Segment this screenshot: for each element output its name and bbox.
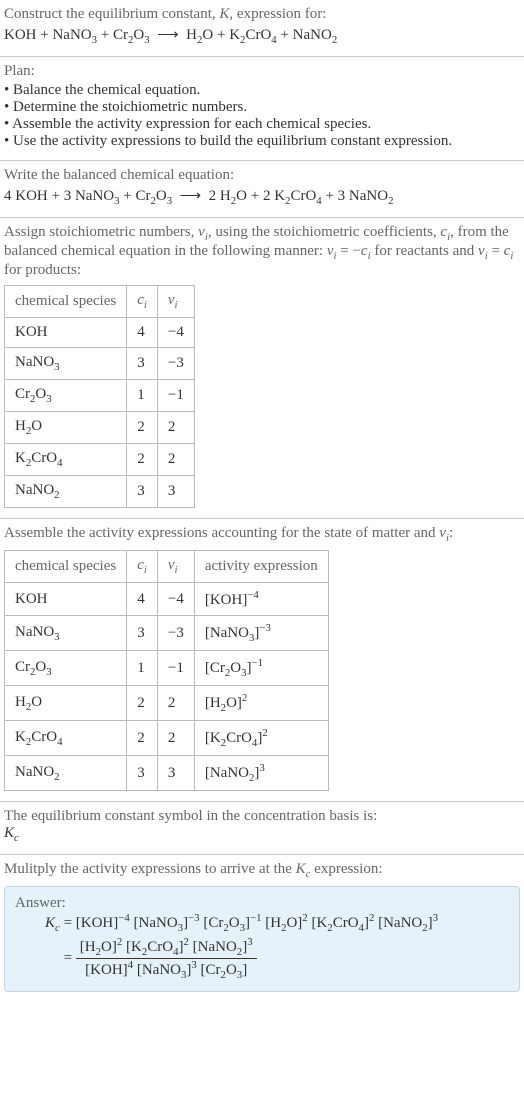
cell-v: −1	[157, 651, 194, 686]
final-prompt: Mulitply the activity expressions to arr…	[4, 861, 520, 880]
cell-c: 2	[127, 412, 158, 444]
cell-c: 3	[127, 476, 158, 508]
plan-item: • Use the activity expressions to build …	[4, 133, 520, 150]
table-row: H2O22	[5, 412, 195, 444]
cell-v: −3	[157, 616, 194, 651]
cell-c: 3	[127, 616, 158, 651]
table-header-row: chemical species ci νi activity expressi…	[5, 551, 329, 583]
cell-v: 3	[157, 756, 194, 791]
col-species: chemical species	[5, 551, 127, 583]
cell-species: KOH	[5, 583, 127, 616]
activity-section: Assemble the activity expressions accoun…	[0, 519, 524, 802]
stoich-prompt: Assign stoichiometric numbers, νi, using…	[4, 224, 520, 279]
table-header-row: chemical species ci νi	[5, 286, 195, 318]
table-row: Cr2O31−1	[5, 380, 195, 412]
fraction: [H2O]2 [K2CrO4]2 [NaNO2]3 [KOH]4 [NaNO3]…	[76, 936, 257, 981]
table-row: NaNO233	[5, 476, 195, 508]
plan-section: Plan: • Balance the chemical equation. •…	[0, 57, 524, 161]
stoich-section: Assign stoichiometric numbers, νi, using…	[0, 218, 524, 519]
cell-activity: [NaNO2]3	[194, 756, 328, 791]
cell-v: −4	[157, 318, 194, 348]
final-section: Mulitply the activity expressions to arr…	[0, 855, 524, 1002]
kc-symbol-section: The equilibrium constant symbol in the c…	[0, 802, 524, 855]
kc-expression-line1: Kc = [KOH]−4 [NaNO3]−3 [Cr2O3]−1 [H2O]2 …	[15, 912, 509, 934]
plan-item: • Assemble the activity expression for e…	[4, 116, 520, 133]
table-row: K2CrO422[K2CrO4]2	[5, 721, 329, 756]
cell-v: −3	[157, 348, 194, 380]
header-section: Construct the equilibrium constant, K, e…	[0, 0, 524, 57]
cell-v: 2	[157, 721, 194, 756]
cell-activity: [KOH]−4	[194, 583, 328, 616]
col-activity: activity expression	[194, 551, 328, 583]
cell-activity: [Cr2O3]−1	[194, 651, 328, 686]
col-c: ci	[127, 286, 158, 318]
cell-c: 4	[127, 318, 158, 348]
table-row: NaNO33−3[NaNO3]−3	[5, 616, 329, 651]
cell-species: K2CrO4	[5, 444, 127, 476]
cell-species: Cr2O3	[5, 380, 127, 412]
table-row: H2O22[H2O]2	[5, 686, 329, 721]
cell-species: NaNO3	[5, 348, 127, 380]
cell-c: 2	[127, 444, 158, 476]
construct-prompt: Construct the equilibrium constant, K, e…	[4, 6, 520, 23]
col-species: chemical species	[5, 286, 127, 318]
cell-v: 3	[157, 476, 194, 508]
answer-label: Answer:	[15, 895, 509, 912]
cell-c: 2	[127, 721, 158, 756]
cell-species: Cr2O3	[5, 651, 127, 686]
cell-v: −4	[157, 583, 194, 616]
cell-c: 3	[127, 348, 158, 380]
table-row: Cr2O31−1[Cr2O3]−1	[5, 651, 329, 686]
cell-v: 2	[157, 444, 194, 476]
cell-species: H2O	[5, 686, 127, 721]
col-v: νi	[157, 551, 194, 583]
kc-symbol-prompt: The equilibrium constant symbol in the c…	[4, 808, 520, 825]
col-v: νi	[157, 286, 194, 318]
cell-c: 1	[127, 380, 158, 412]
cell-species: K2CrO4	[5, 721, 127, 756]
cell-species: NaNO2	[5, 476, 127, 508]
cell-species: NaNO3	[5, 616, 127, 651]
cell-activity: [NaNO3]−3	[194, 616, 328, 651]
table-row: KOH4−4[KOH]−4	[5, 583, 329, 616]
fraction-denominator: [KOH]4 [NaNO3]3 [Cr2O3]	[76, 958, 257, 981]
cell-activity: [K2CrO4]2	[194, 721, 328, 756]
col-c: ci	[127, 551, 158, 583]
unbalanced-equation: KOH + NaNO3 + Cr2O3 ⟶ H2O + K2CrO4 + NaN…	[4, 25, 520, 46]
plan-item: • Determine the stoichiometric numbers.	[4, 99, 520, 116]
table-row: K2CrO422	[5, 444, 195, 476]
table-row: NaNO233[NaNO2]3	[5, 756, 329, 791]
table-row: KOH4−4	[5, 318, 195, 348]
cell-v: −1	[157, 380, 194, 412]
balanced-prompt: Write the balanced chemical equation:	[4, 167, 520, 184]
cell-c: 3	[127, 756, 158, 791]
cell-c: 4	[127, 583, 158, 616]
answer-box: Answer: Kc = [KOH]−4 [NaNO3]−3 [Cr2O3]−1…	[4, 886, 520, 992]
plan-title: Plan:	[4, 63, 520, 80]
stoich-table: chemical species ci νi KOH4−4 NaNO33−3 C…	[4, 285, 195, 508]
balanced-section: Write the balanced chemical equation: 4 …	[0, 161, 524, 218]
fraction-numerator: [H2O]2 [K2CrO4]2 [NaNO2]3	[76, 936, 257, 958]
cell-v: 2	[157, 412, 194, 444]
activity-table: chemical species ci νi activity expressi…	[4, 550, 329, 791]
cell-c: 2	[127, 686, 158, 721]
kc-symbol: Kc	[4, 825, 520, 844]
activity-prompt: Assemble the activity expressions accoun…	[4, 525, 520, 544]
cell-c: 1	[127, 651, 158, 686]
plan-list: • Balance the chemical equation. • Deter…	[4, 82, 520, 150]
cell-activity: [H2O]2	[194, 686, 328, 721]
cell-v: 2	[157, 686, 194, 721]
cell-species: NaNO2	[5, 756, 127, 791]
table-row: NaNO33−3	[5, 348, 195, 380]
cell-species: KOH	[5, 318, 127, 348]
balanced-equation: 4 KOH + 3 NaNO3 + Cr2O3 ⟶ 2 H2O + 2 K2Cr…	[4, 186, 520, 207]
plan-item: • Balance the chemical equation.	[4, 82, 520, 99]
cell-species: H2O	[5, 412, 127, 444]
kc-expression-fraction: Kc = [H2O]2 [K2CrO4]2 [NaNO2]3 [KOH]4 [N…	[15, 936, 509, 981]
